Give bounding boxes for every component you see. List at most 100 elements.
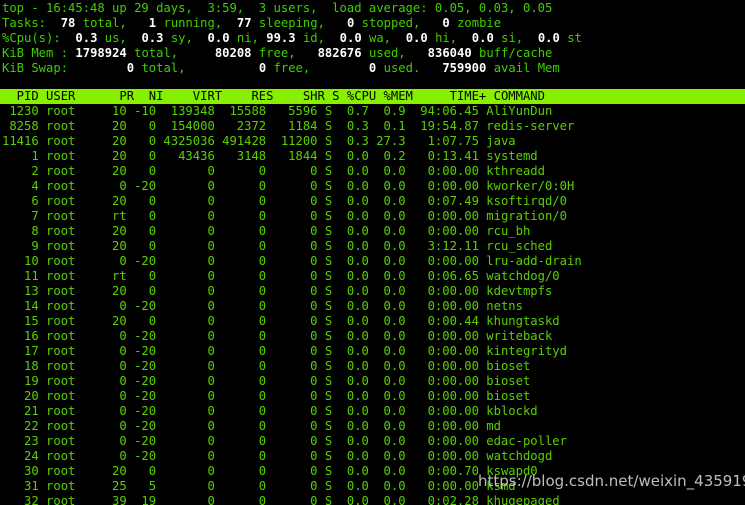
sp xyxy=(296,31,303,45)
cpu-us-label: us, xyxy=(104,31,127,45)
cpu-id-label: id, xyxy=(302,31,325,45)
summary-table-separator xyxy=(0,76,745,89)
table-row[interactable]: 16 root 0 -20 0 0 0 S 0.0 0.0 0:00.00 wr… xyxy=(2,329,745,344)
sp xyxy=(230,31,237,45)
swap-avail-value: 759900 xyxy=(442,61,487,75)
top-summary-area: top - 16:45:48 up 29 days, 3:59, 3 users… xyxy=(0,0,745,76)
cpu-hi-label: hi, xyxy=(435,31,458,45)
table-row[interactable]: 24 root 0 -20 0 0 0 S 0.0 0.0 0:00.00 wa… xyxy=(2,449,745,464)
mem-free-value: 80208 xyxy=(214,46,252,60)
table-row[interactable]: 1 root 20 0 43436 3148 1844 S 0.0 0.2 0:… xyxy=(2,149,745,164)
sp xyxy=(127,16,149,30)
cpu-sy-label: sy, xyxy=(170,31,193,45)
sp xyxy=(252,46,259,60)
table-row[interactable]: 31 root 25 5 0 0 0 S 0.0 0.0 0:00.00 ksm… xyxy=(2,479,745,494)
table-row[interactable]: 9 root 20 0 0 0 0 S 0.0 0.0 3:12.11 rcu_… xyxy=(2,239,745,254)
mem-total-label: total, xyxy=(134,46,179,60)
table-row[interactable]: 8 root 20 0 0 0 0 S 0.0 0.0 0:00.00 rcu_… xyxy=(2,224,745,239)
mem-label: KiB Mem : xyxy=(2,46,69,60)
cpu-si-value: 0.0 xyxy=(471,31,494,45)
table-row[interactable]: 7 root rt 0 0 0 0 S 0.0 0.0 0:00.00 migr… xyxy=(2,209,745,224)
cpu-ni-label: ni, xyxy=(236,31,259,45)
sp xyxy=(391,31,406,45)
cpu-hi-value: 0.0 xyxy=(405,31,428,45)
swap-total-value: 0 xyxy=(126,61,135,75)
tasks-sleeping-value: 77 xyxy=(236,16,252,30)
swap-avail-label: avail Mem xyxy=(493,61,560,75)
table-row[interactable]: 1230 root 10 -10 139348 15588 5596 S 0.7… xyxy=(2,104,745,119)
sp xyxy=(420,61,442,75)
sp xyxy=(420,16,442,30)
table-row[interactable]: 8258 root 20 0 154000 2372 1184 S 0.3 0.… xyxy=(2,119,745,134)
sp xyxy=(127,31,142,45)
cpu-line: %Cpu(s): 0.3 us, 0.3 sy, 0.0 ni, 99.3 id… xyxy=(2,31,745,46)
sp xyxy=(457,31,472,45)
mem-used-label: used, xyxy=(368,46,406,60)
swap-label: KiB Swap: xyxy=(2,61,69,75)
table-row[interactable]: 15 root 20 0 0 0 0 S 0.0 0.0 0:00.44 khu… xyxy=(2,314,745,329)
table-row[interactable]: 10 root 0 -20 0 0 0 S 0.0 0.0 0:00.00 lr… xyxy=(2,254,745,269)
tasks-line: Tasks: 78 total, 1 running, 77 sleeping,… xyxy=(2,16,745,31)
sp xyxy=(362,46,369,60)
sp xyxy=(193,31,208,45)
cpu-us-value: 0.3 xyxy=(75,31,98,45)
table-row[interactable]: 14 root 0 -20 0 0 0 S 0.0 0.0 0:00.00 ne… xyxy=(2,299,745,314)
table-row[interactable]: 20 root 0 -20 0 0 0 S 0.0 0.0 0:00.00 bi… xyxy=(2,389,745,404)
mem-buffcache-label: buff/cache xyxy=(479,46,553,60)
sp xyxy=(75,16,82,30)
uptime-line-text: top - 16:45:48 up 29 days, 3:59, 3 users… xyxy=(2,1,553,15)
terminal-window[interactable]: top - 16:45:48 up 29 days, 3:59, 3 users… xyxy=(0,0,745,505)
table-row[interactable]: 21 root 0 -20 0 0 0 S 0.0 0.0 0:00.00 kb… xyxy=(2,404,745,419)
swap-used-label: used. xyxy=(383,61,421,75)
table-row[interactable]: 17 root 0 -20 0 0 0 S 0.0 0.0 0:00.00 ki… xyxy=(2,344,745,359)
table-row[interactable]: 13 root 20 0 0 0 0 S 0.0 0.0 0:00.00 kde… xyxy=(2,284,745,299)
sp xyxy=(362,31,369,45)
sp xyxy=(406,46,428,60)
sp xyxy=(523,31,538,45)
table-row[interactable]: 32 root 39 19 0 0 0 S 0.0 0.0 0:02.28 kh… xyxy=(2,494,745,505)
table-row[interactable]: 19 root 0 -20 0 0 0 S 0.0 0.0 0:00.00 bi… xyxy=(2,374,745,389)
cpu-st-value: 0.0 xyxy=(537,31,560,45)
tasks-running-label: running, xyxy=(163,16,223,30)
tasks-total-label: total, xyxy=(82,16,127,30)
table-row[interactable]: 23 root 0 -20 0 0 0 S 0.0 0.0 0:00.00 ed… xyxy=(2,434,745,449)
sp xyxy=(310,61,369,75)
mem-buffcache-value: 836040 xyxy=(427,46,472,60)
process-table-body[interactable]: 1230 root 10 -10 139348 15588 5596 S 0.7… xyxy=(0,104,745,505)
cpu-ni-value: 0.0 xyxy=(207,31,230,45)
swap-free-label: free, xyxy=(273,61,311,75)
table-row[interactable]: 2 root 20 0 0 0 0 S 0.0 0.0 0:00.00 kthr… xyxy=(2,164,745,179)
table-row[interactable]: 11416 root 20 0 4325036 491428 11200 S 0… xyxy=(2,134,745,149)
mem-used-value: 882676 xyxy=(317,46,362,60)
table-row[interactable]: 22 root 0 -20 0 0 0 S 0.0 0.0 0:00.00 md xyxy=(2,419,745,434)
tasks-zombie-value: 0 xyxy=(442,16,450,30)
tasks-label: Tasks: xyxy=(2,16,47,30)
sp xyxy=(252,16,259,30)
sp xyxy=(163,31,170,45)
tasks-total-value: 78 xyxy=(60,16,76,30)
table-row[interactable]: 11 root rt 0 0 0 0 S 0.0 0.0 0:06.65 wat… xyxy=(2,269,745,284)
sp xyxy=(325,16,347,30)
swap-total-label: total, xyxy=(141,61,186,75)
swap-line: KiB Swap: 0 total, 0 free, 0 used. 75990… xyxy=(2,61,745,76)
sp xyxy=(178,46,215,60)
sp xyxy=(486,61,493,75)
sp xyxy=(266,61,273,75)
table-row[interactable]: 4 root 0 -20 0 0 0 S 0.0 0.0 0:00.00 kwo… xyxy=(2,179,745,194)
mem-total-value: 1798924 xyxy=(75,46,127,60)
table-row[interactable]: 6 root 20 0 0 0 0 S 0.0 0.0 0:07.49 ksof… xyxy=(2,194,745,209)
uptime-line: top - 16:45:48 up 29 days, 3:59, 3 users… xyxy=(2,1,745,16)
tasks-sleeping-label: sleeping, xyxy=(258,16,325,30)
process-table-header[interactable]: PID USER PR NI VIRT RES SHR S %CPU %MEM … xyxy=(0,89,745,104)
cpu-wa-label: wa, xyxy=(369,31,392,45)
sp xyxy=(376,61,383,75)
mem-free-label: free, xyxy=(258,46,296,60)
sp xyxy=(222,16,237,30)
mem-line: KiB Mem : 1798924 total, 80208 free, 882… xyxy=(2,46,745,61)
sp xyxy=(46,16,61,30)
sp xyxy=(61,31,76,45)
table-row[interactable]: 30 root 20 0 0 0 0 S 0.0 0.0 0:00.70 ksw… xyxy=(2,464,745,479)
table-row[interactable]: 18 root 0 -20 0 0 0 S 0.0 0.0 0:00.00 bi… xyxy=(2,359,745,374)
sp xyxy=(296,46,318,60)
sp xyxy=(68,61,127,75)
